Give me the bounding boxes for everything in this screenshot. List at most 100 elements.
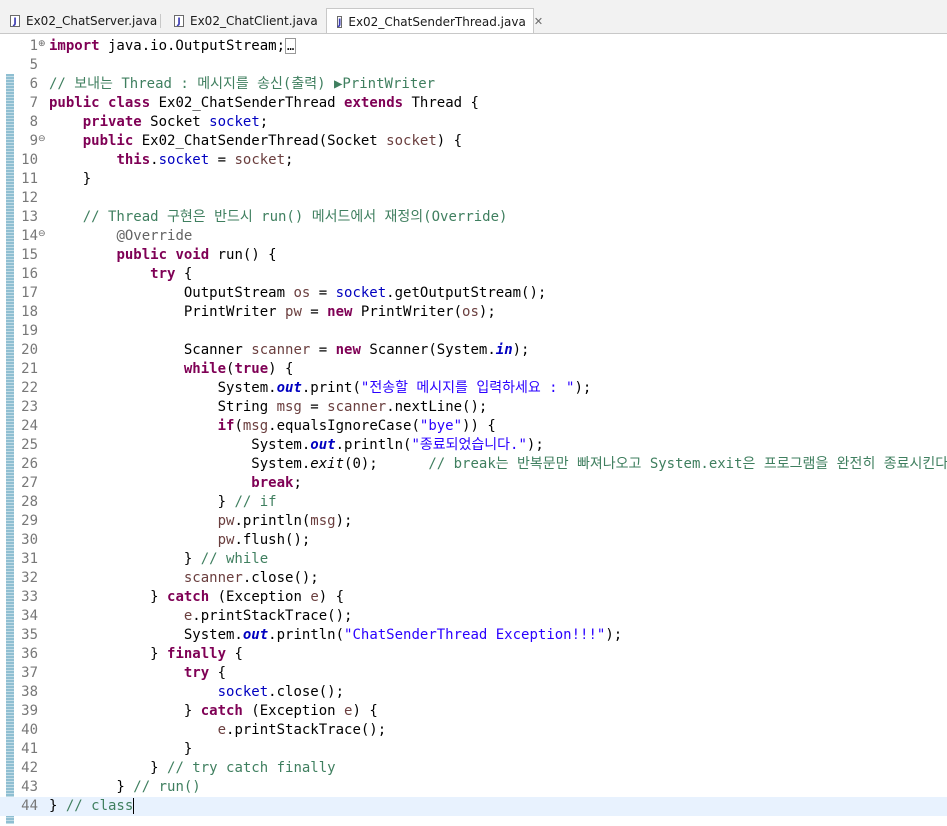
code-editor[interactable]: 1 ⊕ import java.io.OutputStream;… 5 6// 보내는 … bbox=[0, 34, 947, 826]
code-token: // Thread 구현은 반드시 run() 메서드에서 재정의(Overri… bbox=[82, 209, 508, 225]
code-token: ); bbox=[335, 513, 353, 529]
code-line[interactable]: 17 OutputStream os = socket.getOutputStr… bbox=[0, 284, 947, 303]
code-line[interactable]: 18 PrintWriter pw = new PrintWriter(os); bbox=[0, 303, 947, 322]
code-line[interactable]: 20 Scanner scanner = new Scanner(System.… bbox=[0, 341, 947, 360]
code-line[interactable]: 23 String msg = scanner.nextLine(); bbox=[0, 398, 947, 417]
code-token: PrintWriter( bbox=[352, 304, 463, 320]
code-token: (Exception bbox=[209, 589, 311, 605]
code-token: msg bbox=[310, 513, 336, 529]
code-token: new bbox=[327, 304, 353, 320]
code-line[interactable]: 5 bbox=[0, 56, 947, 75]
code-line[interactable]: 28 } // if bbox=[0, 493, 947, 512]
code-line[interactable]: 33 } catch (Exception e) { bbox=[0, 588, 947, 607]
code-line[interactable]: 21 while(true) { bbox=[0, 360, 947, 379]
code-token: String bbox=[49, 399, 277, 415]
code-line[interactable]: 31 } // while bbox=[0, 550, 947, 569]
code-line[interactable]: 15 public void run() { bbox=[0, 246, 947, 265]
code-line[interactable]: 13 // Thread 구현은 반드시 run() 메서드에서 재정의(Ove… bbox=[0, 208, 947, 227]
code-line[interactable]: 16 try { bbox=[0, 265, 947, 284]
line-number: 14 bbox=[21, 228, 38, 244]
code-text: private Socket socket; bbox=[49, 113, 268, 132]
code-line[interactable]: 30 pw.flush(); bbox=[0, 531, 947, 550]
code-text: try { bbox=[49, 664, 226, 683]
code-line[interactable]: 24 if(msg.equalsIgnoreCase("bye")) { bbox=[0, 417, 947, 436]
line-number: 26 bbox=[21, 456, 38, 472]
code-text: socket.close(); bbox=[49, 683, 344, 702]
line-number: 43 bbox=[21, 779, 38, 795]
code-line[interactable]: 36 } finally { bbox=[0, 645, 947, 664]
code-token: // break는 반복문만 빠져나오고 System.exit은 프로그램을 … bbox=[428, 456, 947, 472]
code-text: } finally { bbox=[49, 645, 243, 664]
code-line[interactable]: 1 ⊕ import java.io.OutputStream;… bbox=[0, 37, 947, 56]
code-line[interactable]: 40 e.printStackTrace(); bbox=[0, 721, 947, 740]
code-token: @Override bbox=[116, 228, 193, 244]
code-line[interactable]: 11 } bbox=[0, 170, 947, 189]
code-line[interactable]: 37 try { bbox=[0, 664, 947, 683]
code-line[interactable]: 8 private Socket socket; bbox=[0, 113, 947, 132]
code-line[interactable]: 41 } bbox=[0, 740, 947, 759]
collapse-fold-icon[interactable]: ⊖ bbox=[38, 132, 46, 146]
code-token: } bbox=[49, 646, 168, 662]
code-token: )) { bbox=[462, 418, 496, 434]
code-line[interactable]: 43 } // run() bbox=[0, 778, 947, 797]
code-token: catch bbox=[167, 589, 210, 605]
code-line[interactable]: 34 e.printStackTrace(); bbox=[0, 607, 947, 626]
java-file-icon: J bbox=[337, 15, 343, 28]
code-token: private bbox=[82, 114, 142, 130]
line-number: 22 bbox=[21, 380, 38, 396]
code-text: this.socket = socket; bbox=[49, 151, 293, 170]
code-token: "ChatSenderThread Exception!!!" bbox=[344, 627, 606, 643]
code-line[interactable]: 9 ⊖ public Ex02_ChatSenderThread(Socket s… bbox=[0, 132, 947, 151]
code-token: socket bbox=[217, 684, 269, 700]
code-line[interactable]: 19 bbox=[0, 322, 947, 341]
code-line[interactable]: 44} // class bbox=[0, 797, 947, 816]
code-token: Ex02_ChatSenderThread(Socket bbox=[133, 133, 387, 149]
tab-ex02-chatclient[interactable]: J Ex02_ChatClient.java bbox=[164, 8, 324, 33]
line-number: 1 bbox=[29, 38, 38, 54]
code-line[interactable]: 26 System.exit(0); // break는 반복문만 빠져나오고 … bbox=[0, 455, 947, 474]
line-number: 20 bbox=[21, 342, 38, 358]
code-token: } bbox=[49, 551, 201, 567]
code-token: socket bbox=[386, 133, 437, 149]
code-token: scanner bbox=[251, 342, 311, 358]
collapse-fold-icon[interactable]: ⊖ bbox=[38, 227, 46, 241]
line-number: 23 bbox=[21, 399, 38, 415]
code-token: ); bbox=[574, 380, 592, 396]
code-line[interactable]: 29 pw.println(msg); bbox=[0, 512, 947, 531]
code-line[interactable]: 32 scanner.close(); bbox=[0, 569, 947, 588]
code-line[interactable]: 35 System.out.println("ChatSenderThread … bbox=[0, 626, 947, 645]
code-line[interactable]: 27 break; bbox=[0, 474, 947, 493]
code-line[interactable]: 6 // 보내는 Thread : 메시지를 송신(출력) ▶PrintWrite… bbox=[0, 75, 947, 94]
code-line[interactable]: 12 bbox=[0, 189, 947, 208]
expand-fold-icon[interactable]: ⊕ bbox=[38, 37, 46, 51]
line-number: 31 bbox=[21, 551, 38, 567]
line-number: 30 bbox=[21, 532, 38, 548]
code-token: pw bbox=[217, 532, 235, 548]
code-token: socket bbox=[158, 152, 210, 168]
close-tab-icon[interactable]: ✕ bbox=[534, 15, 543, 28]
tab-ex02-chatsenderthread[interactable]: J Ex02_ChatSenderThread.java ✕ bbox=[326, 8, 543, 34]
code-text: System.out.println("ChatSenderThread Exc… bbox=[49, 626, 622, 645]
code-line[interactable]: 42 } // try catch finally bbox=[0, 759, 947, 778]
code-token: break bbox=[251, 475, 294, 491]
code-token: ) { bbox=[318, 589, 345, 605]
code-line[interactable]: 22 System.out.print("전송할 메시지를 입력하세요 : ")… bbox=[0, 379, 947, 398]
code-line[interactable]: 7 public class Ex02_ChatSenderThread exte… bbox=[0, 94, 947, 113]
code-line[interactable]: 10 this.socket = socket; bbox=[0, 151, 947, 170]
code-token: catch bbox=[200, 703, 243, 719]
tab-bar-strip bbox=[0, 0, 947, 8]
code-token: // run() bbox=[133, 779, 201, 795]
code-line[interactable]: 14 ⊖ @Override bbox=[0, 227, 947, 246]
code-line[interactable]: 25 System.out.println("종료되었습니다."); bbox=[0, 436, 947, 455]
code-line[interactable]: 39 } catch (Exception e) { bbox=[0, 702, 947, 721]
code-token: .getOutputStream(); bbox=[386, 285, 547, 301]
code-line[interactable]: 38 socket.close(); bbox=[0, 683, 947, 702]
code-token: java.io.OutputStream; bbox=[99, 38, 286, 54]
line-number: 11 bbox=[21, 171, 38, 187]
tab-ex02-chatserver[interactable]: J Ex02_ChatServer.java bbox=[0, 8, 160, 33]
code-token: .println( bbox=[268, 627, 345, 643]
code-token: os bbox=[462, 304, 479, 320]
code-token: Socket bbox=[141, 114, 210, 130]
